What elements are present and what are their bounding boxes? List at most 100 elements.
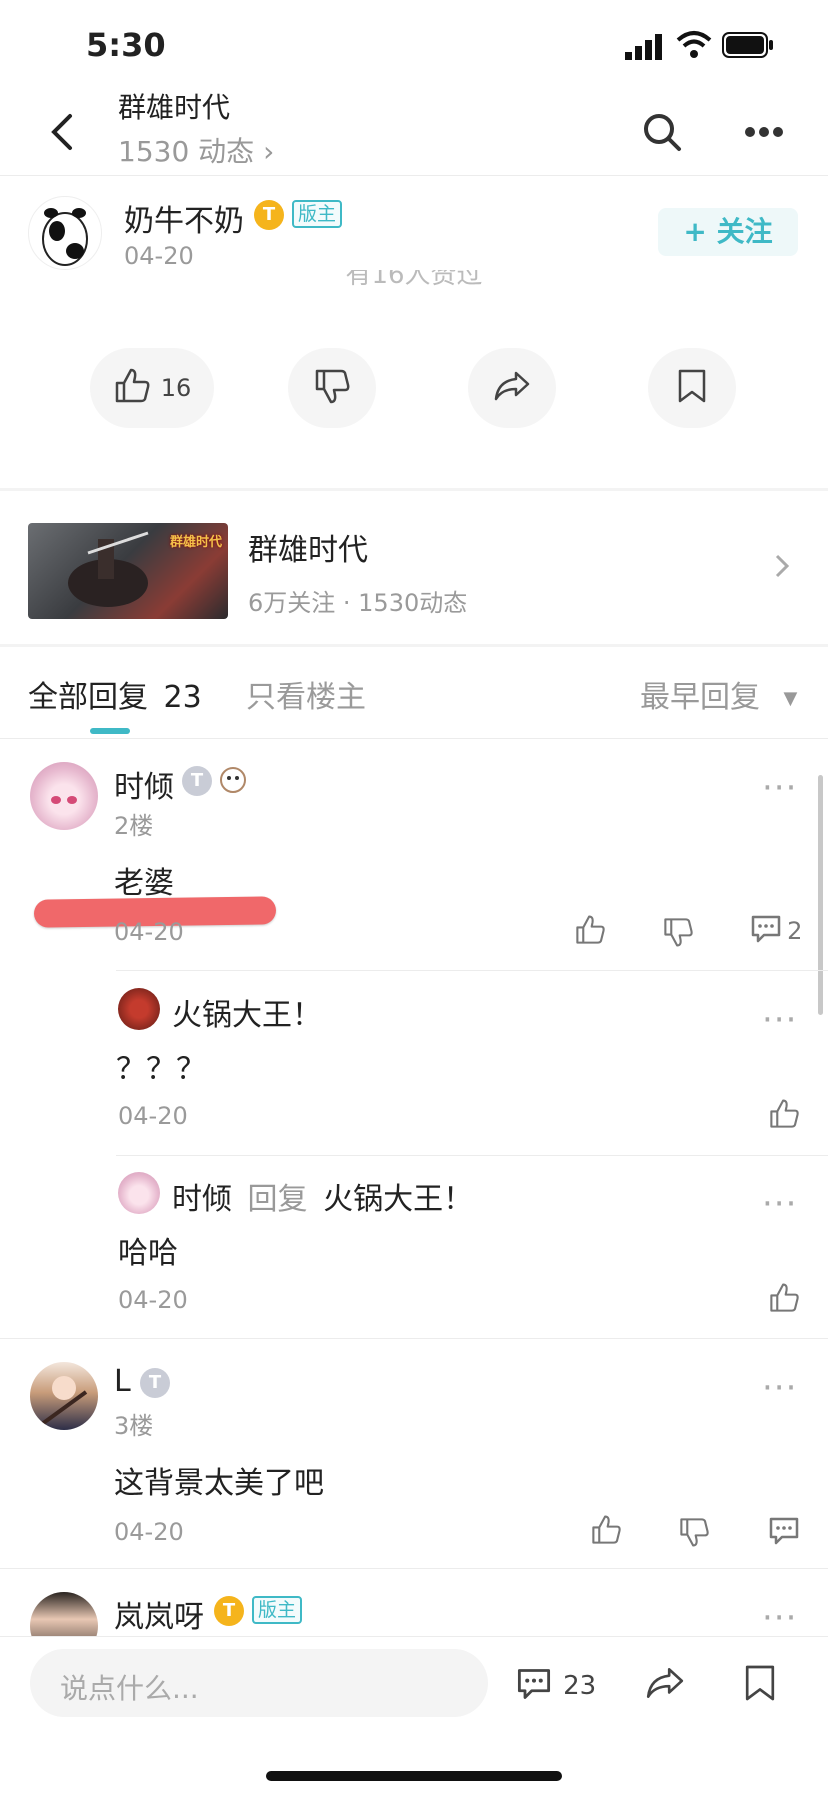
comment-icon bbox=[750, 915, 787, 948]
comment-user[interactable]: L bbox=[114, 1364, 131, 1399]
moderator-badge: 版主 bbox=[252, 1596, 303, 1624]
sort-dropdown[interactable]: 最早回复 ▼ bbox=[640, 672, 797, 716]
thumb-down-icon[interactable] bbox=[678, 1516, 710, 1552]
tab-underline bbox=[90, 728, 130, 734]
share-icon[interactable] bbox=[644, 1665, 686, 1705]
more-icon[interactable]: ··· bbox=[762, 771, 797, 805]
chevron-right-icon bbox=[774, 553, 790, 583]
author-name[interactable]: 奶牛不奶 bbox=[124, 196, 244, 240]
thumb-down-icon[interactable] bbox=[662, 916, 694, 952]
tabs-divider bbox=[0, 738, 828, 739]
battery-icon bbox=[722, 32, 774, 62]
comment-text: 这背景太美了吧 bbox=[114, 1466, 324, 1501]
comment-avatar[interactable] bbox=[30, 1362, 98, 1430]
comments-count: 23 bbox=[563, 1671, 597, 1701]
header-title: 群雄时代 bbox=[118, 91, 231, 124]
share-button[interactable] bbox=[468, 348, 556, 428]
reply-user[interactable]: 时倾 bbox=[172, 1182, 232, 1217]
forum-card[interactable]: 群雄时代 群雄时代 6万关注 · 1530动态 bbox=[0, 491, 828, 644]
follow-button[interactable]: + 关注 bbox=[658, 208, 798, 256]
reply-date: 04-20 bbox=[118, 1286, 188, 1314]
bottom-bar: 说点什么... 23 bbox=[0, 1636, 828, 1793]
more-icon[interactable] bbox=[744, 124, 784, 143]
comments-button[interactable]: 23 bbox=[516, 1667, 596, 1705]
bookmark-icon bbox=[677, 368, 707, 408]
author-date: 04-20 bbox=[124, 242, 194, 270]
comment-text: 老婆 bbox=[114, 866, 174, 901]
moderator-badge: 版主 bbox=[292, 200, 343, 228]
forum-name: 群雄时代 bbox=[248, 533, 368, 568]
reply-word: 回复 bbox=[247, 1182, 308, 1217]
tab-all-replies[interactable]: 全部回复 23 bbox=[28, 672, 202, 716]
reply-user[interactable]: 火锅大王！ bbox=[172, 990, 322, 1034]
signal-icon bbox=[625, 34, 665, 64]
comment-avatar[interactable] bbox=[30, 762, 98, 830]
reply-to-user[interactable]: 火锅大王！ bbox=[323, 1182, 473, 1217]
thumb-up-icon[interactable] bbox=[768, 1282, 800, 1318]
more-icon[interactable]: ··· bbox=[762, 1371, 797, 1405]
author-avatar[interactable] bbox=[28, 196, 102, 270]
tab-all-count: 23 bbox=[163, 680, 202, 715]
scrollbar[interactable] bbox=[818, 775, 823, 1015]
like-button[interactable]: 16 bbox=[90, 348, 214, 428]
forum-thumbnail: 群雄时代 bbox=[28, 523, 228, 619]
status-bar: 5:30 bbox=[0, 0, 828, 90]
level-badge-icon: T bbox=[182, 766, 212, 796]
share-icon bbox=[492, 369, 532, 407]
comment-user[interactable]: 岚岚呀 bbox=[114, 1592, 204, 1636]
coin-badge-icon: T bbox=[214, 1596, 244, 1626]
header-subtitle-text: 1530 动态 bbox=[118, 135, 255, 168]
home-indicator bbox=[266, 1771, 562, 1781]
comment-floor: 3楼 bbox=[114, 1412, 154, 1440]
reply-text: ？？？ bbox=[116, 1052, 206, 1087]
like-count: 16 bbox=[160, 374, 192, 402]
partial-like-text: 有16人赞过 bbox=[345, 270, 483, 290]
forum-stats: 6万关注 · 1530动态 bbox=[248, 589, 468, 617]
dislike-button[interactable] bbox=[288, 348, 376, 428]
more-icon[interactable]: ··· bbox=[762, 1601, 797, 1635]
more-icon[interactable]: ··· bbox=[762, 1003, 797, 1037]
forum-thumbnail-logo: 群雄时代 bbox=[169, 535, 222, 550]
reply-date: 04-20 bbox=[118, 1102, 188, 1130]
comment-floor: 2楼 bbox=[114, 812, 154, 840]
comment-divider bbox=[0, 1568, 828, 1569]
wifi-icon bbox=[676, 30, 712, 64]
comment-input-placeholder: 说点什么... bbox=[60, 1672, 199, 1705]
header-subtitle[interactable]: 1530 动态 › bbox=[118, 130, 274, 170]
comment-date: 04-20 bbox=[114, 918, 184, 946]
reply-divider bbox=[116, 1155, 828, 1156]
reply-avatar[interactable] bbox=[118, 1172, 160, 1214]
reply-button[interactable]: 2 bbox=[750, 914, 802, 948]
thumb-up-icon bbox=[113, 367, 151, 409]
comment-divider bbox=[0, 1338, 828, 1339]
tab-op-only[interactable]: 只看楼主 bbox=[246, 672, 366, 716]
reply-divider bbox=[116, 970, 828, 971]
thumb-up-icon[interactable] bbox=[590, 1514, 622, 1550]
sort-label: 最早回复 bbox=[640, 680, 760, 715]
chevron-right-icon: › bbox=[263, 135, 275, 168]
bookmark-icon[interactable] bbox=[744, 1663, 776, 1707]
header-divider bbox=[0, 175, 828, 176]
thumb-up-icon[interactable] bbox=[574, 914, 606, 950]
reply-header: 时倾 回复 火锅大王！ bbox=[172, 1174, 473, 1218]
back-icon[interactable] bbox=[48, 110, 78, 158]
thumb-down-icon bbox=[313, 367, 351, 409]
search-icon[interactable] bbox=[642, 112, 682, 156]
tab-all-label: 全部回复 bbox=[28, 680, 148, 715]
reply-text: 哈哈 bbox=[118, 1236, 178, 1271]
section-divider bbox=[0, 644, 828, 647]
pet-badge-icon bbox=[218, 764, 248, 798]
status-time: 5:30 bbox=[86, 26, 166, 64]
comment-input[interactable]: 说点什么... bbox=[30, 1649, 488, 1717]
more-icon[interactable]: ··· bbox=[762, 1187, 797, 1221]
thumb-up-icon[interactable] bbox=[768, 1098, 800, 1134]
coin-badge-icon: T bbox=[254, 200, 284, 230]
reply-avatar[interactable] bbox=[118, 988, 160, 1030]
comment-date: 04-20 bbox=[114, 1518, 184, 1546]
comment-user[interactable]: 时倾 bbox=[114, 762, 174, 806]
comment-icon[interactable] bbox=[768, 1516, 800, 1550]
level-badge-icon: T bbox=[140, 1368, 170, 1398]
bookmark-button[interactable] bbox=[648, 348, 736, 428]
comment-icon bbox=[516, 1669, 557, 1705]
reply-count: 2 bbox=[787, 917, 803, 945]
